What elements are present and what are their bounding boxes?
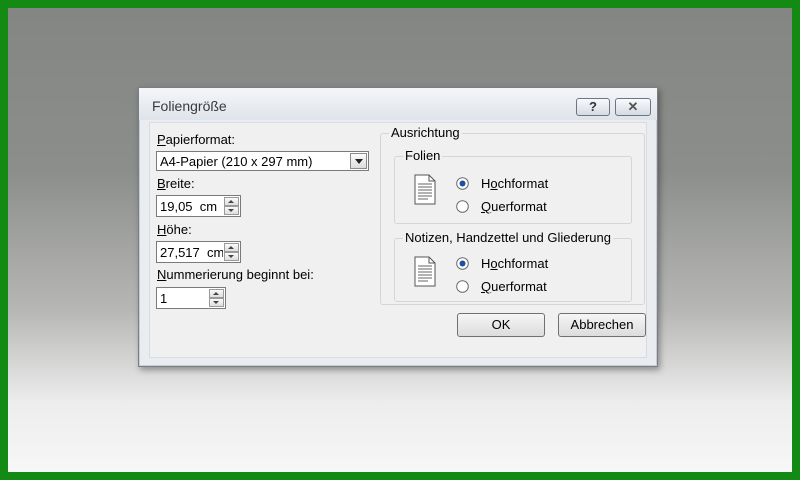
notes-portrait-radio[interactable] (456, 257, 469, 270)
spin-down-icon[interactable] (224, 206, 239, 215)
spin-up-icon[interactable] (209, 289, 224, 298)
notes-portrait-label[interactable]: Hochformat (481, 256, 548, 271)
width-stepper[interactable]: 19,05 cm (156, 195, 241, 217)
notes-title: Notizen, Handzettel und Gliederung (403, 230, 613, 245)
orientation-title: Ausrichtung (389, 125, 462, 140)
slides-title: Folien (403, 148, 443, 163)
page-icon (414, 256, 436, 287)
dialog-body: Papierformat: A4-Papier (210 x 297 mm) B… (149, 122, 647, 358)
slide-size-dialog: Foliengröße ? ✕ Papierformat: A4-Papier … (138, 87, 658, 367)
height-value[interactable]: 27,517 cm (160, 245, 223, 260)
width-spin-buttons[interactable] (224, 197, 239, 215)
orientation-group: Ausrichtung Folien Hochformat Querformat (380, 125, 645, 305)
paper-format-dropdown[interactable]: A4-Papier (210 x 297 mm) (156, 151, 369, 171)
paper-format-value: A4-Papier (210 x 297 mm) (160, 154, 313, 169)
height-label: Höhe: (157, 222, 192, 237)
paper-format-label-rest: apierformat: (165, 132, 236, 147)
page-icon (414, 174, 436, 205)
numbering-spin-buttons[interactable] (209, 289, 224, 307)
slides-portrait-radio[interactable] (456, 177, 469, 190)
help-button[interactable]: ? (576, 98, 610, 116)
ok-button[interactable]: OK (457, 313, 545, 337)
dialog-title: Foliengröße (152, 98, 227, 114)
spin-up-icon[interactable] (224, 197, 239, 206)
close-button[interactable]: ✕ (615, 98, 651, 116)
chevron-down-icon[interactable] (350, 153, 367, 169)
slides-group: Folien Hochformat Querformat (394, 148, 632, 224)
height-spin-buttons[interactable] (224, 243, 239, 261)
spin-down-icon[interactable] (209, 298, 224, 307)
slides-portrait-label[interactable]: Hochformat (481, 176, 548, 191)
numbering-stepper[interactable]: 1 (156, 287, 226, 309)
width-label: Breite: (157, 176, 195, 191)
width-value[interactable]: 19,05 cm (160, 199, 223, 214)
slides-landscape-label[interactable]: Querformat (481, 199, 547, 214)
slides-landscape-radio[interactable] (456, 200, 469, 213)
notes-landscape-radio[interactable] (456, 280, 469, 293)
spin-down-icon[interactable] (224, 252, 239, 261)
dialog-titlebar: Foliengröße ? ✕ (139, 88, 657, 120)
notes-landscape-label[interactable]: Querformat (481, 279, 547, 294)
cancel-button[interactable]: Abbrechen (558, 313, 646, 337)
numbering-value[interactable]: 1 (160, 291, 167, 306)
numbering-label: Nummerierung beginnt bei: (157, 267, 314, 282)
notes-group: Notizen, Handzettel und Gliederung Hochf… (394, 230, 632, 302)
paper-format-label: Papierformat: (157, 132, 236, 147)
height-stepper[interactable]: 27,517 cm (156, 241, 241, 263)
spin-up-icon[interactable] (224, 243, 239, 252)
